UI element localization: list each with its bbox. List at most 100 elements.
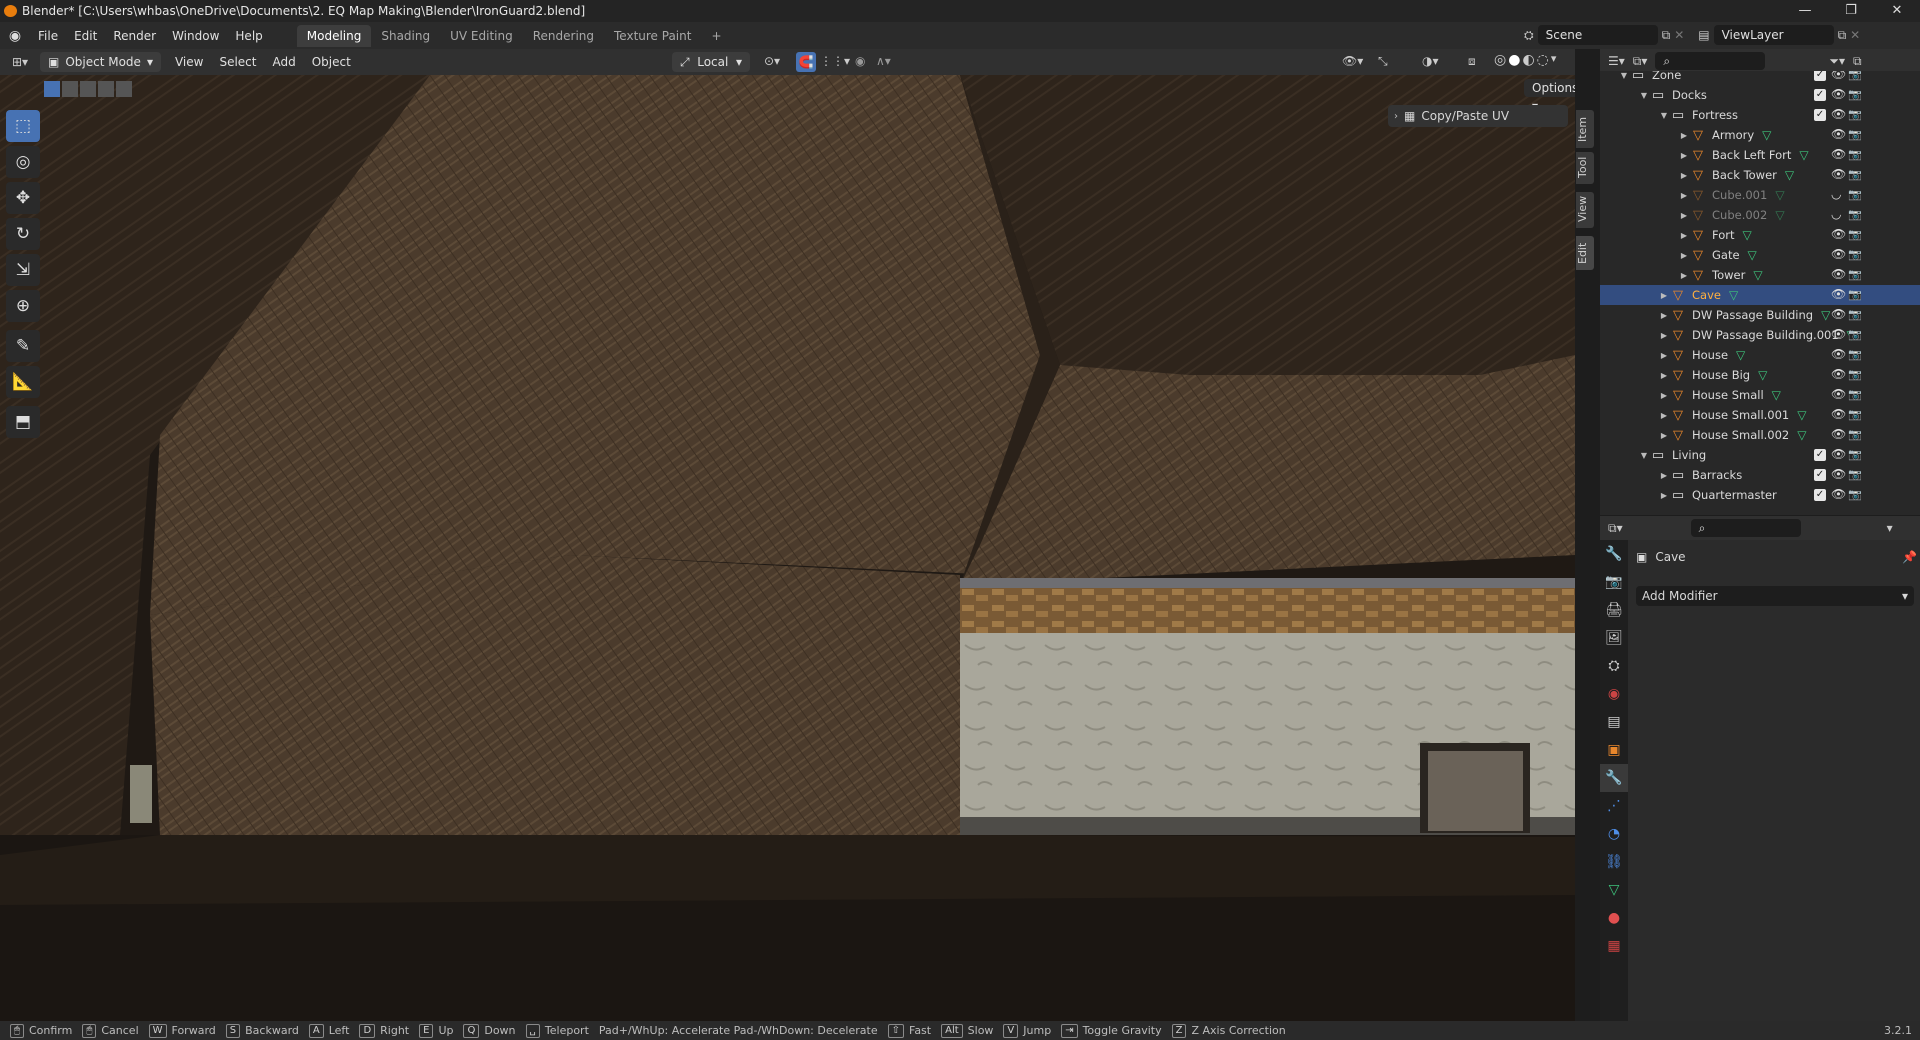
select-difference-icon[interactable] [98, 81, 114, 97]
eye-icon[interactable]: 👁 [1831, 367, 1846, 381]
expand-arrow-icon[interactable]: ▶ [1658, 331, 1670, 340]
expand-arrow-icon[interactable]: ▶ [1678, 231, 1690, 240]
menu-file[interactable]: File [30, 29, 66, 43]
exclude-checkbox[interactable]: ✓ [1814, 469, 1826, 481]
menu-edit[interactable]: Edit [66, 29, 105, 43]
minimize-icon[interactable]: — [1782, 0, 1828, 22]
select-box-icon[interactable]: ⬚ [6, 110, 40, 142]
expand-arrow-icon[interactable]: ▼ [1658, 111, 1670, 120]
expand-arrow-icon[interactable]: ▼ [1638, 451, 1650, 460]
collection-tab-icon[interactable]: ▤ [1600, 708, 1628, 736]
outliner-row[interactable]: ▶ ▽ Back Left Fort ▽ 👁 📷 [1600, 145, 1920, 165]
camera-icon[interactable]: 📷 [1848, 188, 1862, 201]
camera-icon[interactable]: 📷 [1848, 428, 1862, 441]
eye-icon[interactable]: ◡ [1831, 207, 1841, 221]
constraints-tab-icon[interactable]: ⛓ [1600, 848, 1628, 876]
expand-arrow-icon[interactable]: ▶ [1678, 151, 1690, 160]
particles-tab-icon[interactable]: ⋰ [1600, 792, 1628, 820]
mesh-icon[interactable]: ▽ [1797, 428, 1806, 442]
view-layer-tab-icon[interactable]: 🖼 [1600, 624, 1628, 652]
camera-icon[interactable]: 📷 [1848, 208, 1862, 221]
camera-icon[interactable]: 📷 [1848, 268, 1862, 281]
outliner-row[interactable]: ▼ ▭ Fortress ✓ 👁 📷 [1600, 105, 1920, 125]
outliner-row[interactable]: ▶ ▽ House Small ▽ 👁 📷 [1600, 385, 1920, 405]
outliner-row[interactable]: ▶ ▽ Cube.001 ▽ ◡ 📷 [1600, 185, 1920, 205]
eye-icon[interactable]: 👁 [1831, 247, 1846, 261]
eye-icon[interactable]: 👁 [1831, 467, 1846, 481]
object-tab-icon[interactable]: ▣ [1600, 736, 1628, 764]
outliner-row[interactable]: ▼ ▭ Zone ✓ 👁 📷 [1600, 71, 1920, 85]
outliner-row[interactable]: ▶ ▭ Quartermaster ✓ 👁 📷 [1600, 485, 1920, 505]
camera-icon[interactable]: 📷 [1848, 448, 1862, 461]
scene-icon[interactable]: ⛭ [1524, 28, 1534, 43]
maximize-icon[interactable]: ❐ [1828, 0, 1874, 22]
mesh-icon[interactable]: ▽ [1821, 308, 1830, 322]
gizmo-icon[interactable]: ⤡ [1378, 54, 1388, 69]
rotate-icon[interactable]: ↻ [6, 218, 40, 250]
eye-icon[interactable]: 👁 [1831, 107, 1846, 121]
outliner-row[interactable]: ▶ ▽ Tower ▽ 👁 📷 [1600, 265, 1920, 285]
eye-icon[interactable]: 👁 [1831, 407, 1846, 421]
cursor-icon[interactable]: ◎ [6, 146, 40, 178]
mesh-icon[interactable]: ▽ [1758, 368, 1767, 382]
expand-arrow-icon[interactable]: ▶ [1678, 211, 1690, 220]
sidebar-tab-tool[interactable]: Tool [1576, 152, 1594, 184]
exclude-checkbox[interactable]: ✓ [1814, 489, 1826, 501]
mesh-icon[interactable]: ▽ [1729, 288, 1738, 302]
shading-options-icon[interactable]: ▾ [1551, 52, 1557, 68]
wireframe-shading-icon[interactable]: ◎ [1494, 52, 1506, 68]
tool-tab-icon[interactable]: 🔧 [1600, 540, 1628, 568]
display-mode-icon[interactable]: ⧉▾ [1633, 54, 1648, 69]
workspace-tab-uv-editing[interactable]: UV Editing [440, 25, 523, 47]
eye-icon[interactable]: 👁 [1831, 347, 1846, 361]
eye-icon[interactable]: 👁 [1831, 167, 1846, 181]
new-view-layer-icon[interactable]: ⧉ [1838, 28, 1847, 43]
menu-help[interactable]: Help [227, 29, 270, 43]
outliner-row[interactable]: ▶ ▽ Cave ▽ 👁 📷 [1600, 285, 1920, 305]
transform-orientation-dropdown[interactable]: ⤢ Local ▾ [672, 52, 750, 72]
mode-dropdown[interactable]: ▣ Object Mode ▾ [40, 52, 161, 72]
proportional-editing-icon[interactable]: ◉ [855, 54, 865, 68]
menu-object[interactable]: Object [304, 55, 359, 69]
scene-tab-icon[interactable]: ⛭ [1600, 652, 1628, 680]
camera-icon[interactable]: 📷 [1848, 468, 1862, 481]
overlays-icon[interactable]: ◑▾ [1422, 54, 1439, 68]
exclude-checkbox[interactable]: ✓ [1814, 89, 1826, 101]
options-dropdown[interactable]: Options ▾ [1524, 79, 1575, 113]
snap-toggle-icon[interactable]: 🧲 [796, 52, 816, 72]
outliner-search-input[interactable]: ⌕ [1655, 52, 1766, 70]
add-modifier-dropdown[interactable]: Add Modifier ▾ [1636, 586, 1914, 606]
editor-type-icon[interactable]: ☰▾ [1608, 54, 1625, 68]
camera-icon[interactable]: 📷 [1848, 88, 1862, 101]
camera-icon[interactable]: 📷 [1848, 328, 1862, 341]
expand-arrow-icon[interactable]: ▶ [1658, 291, 1670, 300]
expand-arrow-icon[interactable]: ▶ [1658, 471, 1670, 480]
pin-icon[interactable]: 📌 [1902, 550, 1917, 564]
eye-icon[interactable]: 👁 [1831, 87, 1846, 101]
mesh-icon[interactable]: ▽ [1736, 348, 1745, 362]
outliner-row[interactable]: ▶ ▽ DW Passage Building ▽ 👁 📷 [1600, 305, 1920, 325]
properties-search-input[interactable]: ⌕ [1690, 519, 1801, 537]
eye-icon[interactable]: 👁 [1831, 307, 1846, 321]
camera-icon[interactable]: 📷 [1848, 228, 1862, 241]
outliner-row[interactable]: ▶ ▽ Armory ▽ 👁 📷 [1600, 125, 1920, 145]
workspace-tab-rendering[interactable]: Rendering [523, 25, 604, 47]
expand-arrow-icon[interactable]: ▶ [1658, 391, 1670, 400]
outliner-row[interactable]: ▶ ▭ Barracks ✓ 👁 📷 [1600, 465, 1920, 485]
eye-icon[interactable]: 👁 [1831, 487, 1846, 501]
mesh-icon[interactable]: ▽ [1785, 168, 1794, 182]
view-layer-field[interactable]: ViewLayer [1713, 25, 1834, 45]
outliner-row[interactable]: ▶ ▽ Fort ▽ 👁 📷 [1600, 225, 1920, 245]
eye-icon[interactable]: 👁 [1831, 387, 1846, 401]
copy-paste-uv-panel[interactable]: › ▦ Copy/Paste UV [1388, 105, 1568, 127]
outliner-row[interactable]: ▶ ▽ Gate ▽ 👁 📷 [1600, 245, 1920, 265]
exclude-checkbox[interactable]: ✓ [1814, 449, 1826, 461]
camera-icon[interactable]: 📷 [1848, 368, 1862, 381]
sidebar-tab-item[interactable]: Item [1576, 110, 1594, 148]
outliner-row[interactable]: ▶ ▽ DW Passage Building.001 ▽ 👁 📷 [1600, 325, 1920, 345]
annotate-icon[interactable]: ✎ [6, 330, 40, 362]
falloff-icon[interactable]: ∧▾ [876, 54, 891, 68]
new-scene-icon[interactable]: ⧉ [1662, 28, 1671, 43]
eye-icon[interactable]: 👁 [1831, 127, 1846, 141]
xray-icon[interactable]: ⧈ [1468, 54, 1476, 69]
